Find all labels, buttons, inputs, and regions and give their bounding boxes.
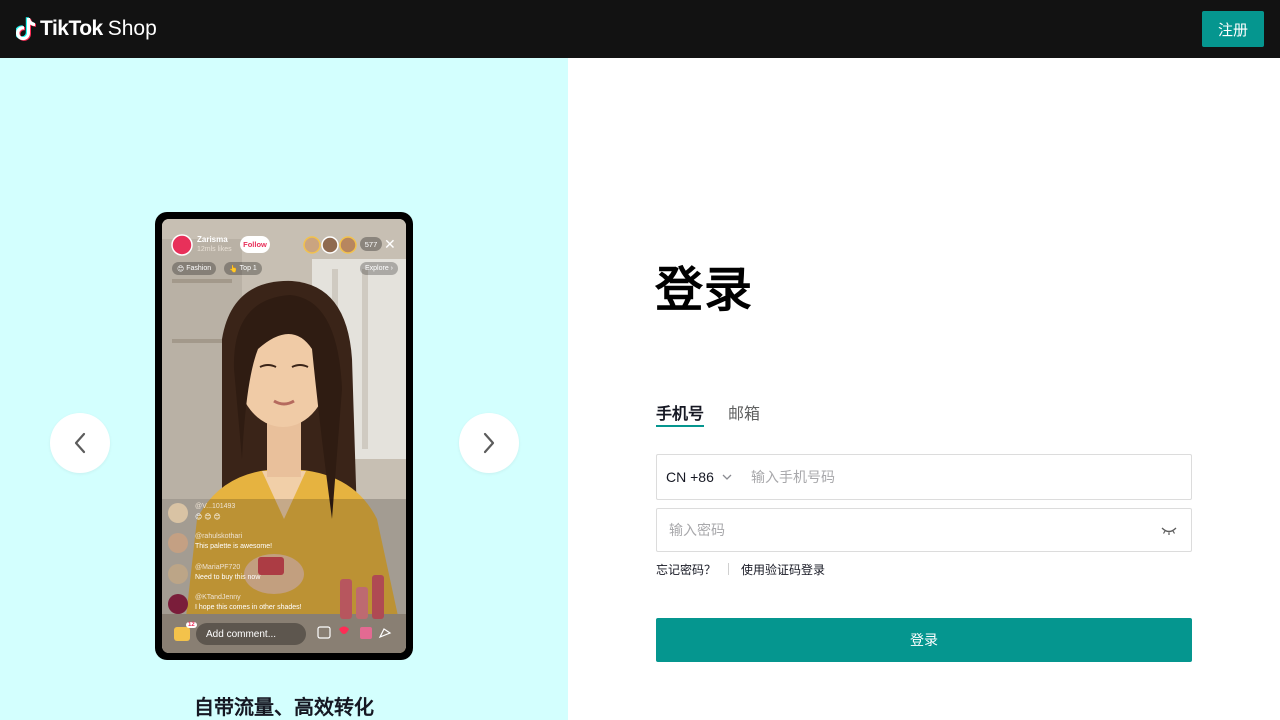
live-stream-screen: Zarisma 12mls likes Follow 577 ✕ 😊 Fashi… [162, 219, 406, 653]
viewer-count: 577 [360, 237, 382, 251]
comment-user: @rahulskothari [195, 533, 243, 540]
comment-text: I hope this comes in other shades! [195, 604, 302, 611]
comment-item: @V...101493 😊 😊 😊 [168, 501, 358, 525]
add-comment-field: Add comment... [196, 623, 306, 645]
comment-item: @MariaPF720 Need to buy this now [168, 562, 358, 586]
phone-input[interactable] [751, 455, 1171, 499]
comment-text: This palette is awesome! [195, 543, 273, 550]
comment-text: 😊 😊 😊 [195, 514, 221, 521]
comment-user: @KTandJenny [195, 594, 241, 601]
page-title: 登录 [655, 264, 754, 317]
code-login-link[interactable]: 使用验证码登录 [741, 561, 825, 578]
tiktok-shop-logo[interactable]: TikTok Shop [14, 14, 157, 44]
comment-item: @rahulskothari This palette is awesome! [168, 531, 358, 555]
register-button[interactable]: 注册 [1202, 11, 1264, 47]
live-stream-illustration [162, 219, 406, 653]
carousel-caption: 自带流量、高效转化 [194, 697, 374, 719]
chevron-right-icon [483, 432, 495, 454]
password-input[interactable] [669, 509, 1129, 551]
tag-top-label: Top 1 [239, 265, 257, 272]
cart-count-badge: 12 [186, 622, 197, 628]
close-icon: ✕ [384, 236, 396, 252]
tab-email[interactable]: 邮箱 [728, 400, 760, 426]
chevron-down-icon [722, 474, 732, 480]
login-submit-button[interactable]: 登录 [656, 618, 1192, 662]
link-divider [728, 563, 730, 575]
tab-phone[interactable]: 手机号 [656, 400, 705, 427]
phone-mockup: Zarisma 12mls likes Follow 577 ✕ 😊 Fashi… [155, 212, 413, 660]
logo-brand-text: TikTok [40, 17, 103, 40]
hand-icon: 👆 [229, 265, 238, 273]
tiktok-note-icon [14, 16, 36, 42]
chevron-left-icon [74, 432, 86, 454]
forgot-password-link[interactable]: 忘记密码？ [656, 561, 716, 578]
follow-button: Follow [240, 236, 270, 253]
comment-item: @KTandJenny I hope this comes in other s… [168, 592, 358, 616]
login-links: 忘记密码？ 使用验证码登录 [656, 561, 825, 578]
phone-field: CN +86 [656, 454, 1192, 500]
explore-button: Explore › [360, 262, 399, 275]
smile-icon: 😊 [177, 265, 185, 273]
password-field [656, 508, 1192, 552]
streamer-likes: 12mls likes [197, 246, 232, 253]
promo-carousel: Zarisma 12mls likes Follow 577 ✕ 😊 Fashi… [0, 58, 568, 720]
logo-shop-text: Shop [107, 17, 157, 40]
comment-user: @MariaPF720 [195, 564, 241, 571]
comment-user: @V...101493 [195, 503, 236, 510]
comment-text: Need to buy this now [195, 574, 261, 581]
carousel-next-button[interactable] [459, 413, 519, 473]
tag-fashion-label: Fashion [186, 265, 212, 272]
carousel-prev-button[interactable] [50, 413, 110, 473]
tag-top: 👆 Top 1 [224, 262, 262, 275]
login-method-tabs: 手机号 邮箱 [656, 400, 784, 427]
country-code-value: CN +86 [666, 469, 714, 485]
country-code-select[interactable]: CN +86 [666, 455, 732, 499]
eye-closed-icon[interactable] [1161, 523, 1177, 537]
streamer-name: Zarisma [197, 235, 228, 244]
tag-fashion: 😊 Fashion [172, 262, 217, 275]
top-bar: TikTok Shop 注册 [0, 0, 1280, 58]
